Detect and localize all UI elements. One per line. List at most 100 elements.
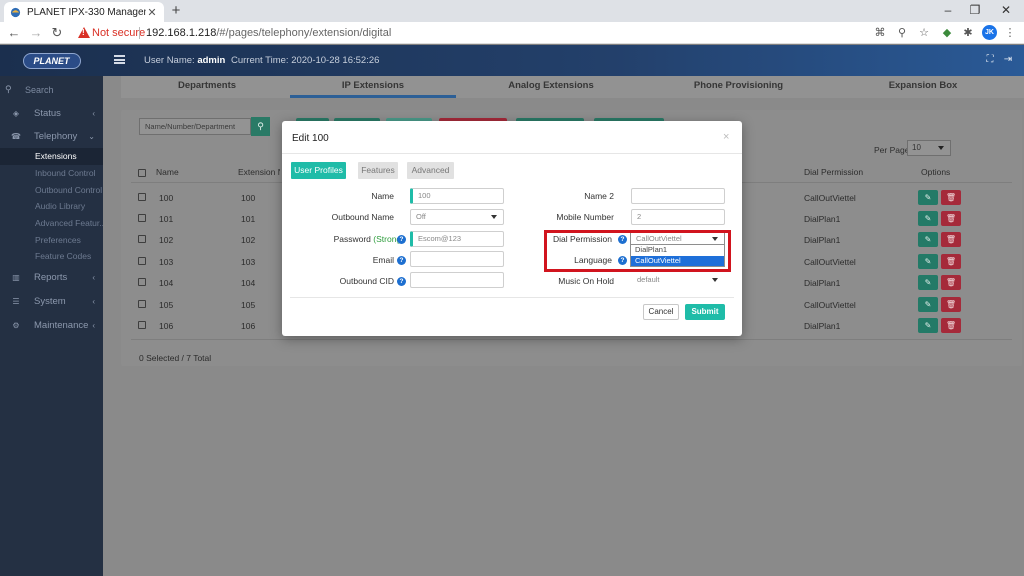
tab-advanced[interactable]: Advanced <box>407 162 454 179</box>
cell-extension: 100 <box>241 193 256 203</box>
tab-features[interactable]: Features <box>358 162 398 179</box>
name-field[interactable]: 100 <box>410 188 504 204</box>
outbound-cid-field[interactable] <box>410 272 504 288</box>
not-secure-label[interactable]: Not secure <box>92 27 145 39</box>
column-header-dial-permission[interactable]: Dial Permission <box>804 167 863 177</box>
tab-close-icon[interactable]: ✕ <box>146 6 158 19</box>
column-header-extension[interactable]: Extension Nu <box>238 167 280 177</box>
selection-summary: 0 Selected / 7 Total <box>139 353 212 363</box>
delete-button[interactable]: 🗑 <box>941 232 961 247</box>
help-icon[interactable]: ? <box>397 235 406 244</box>
edit-button[interactable]: ✎ <box>918 254 938 269</box>
row-checkbox[interactable] <box>138 235 146 243</box>
cancel-button[interactable]: Cancel <box>643 304 679 320</box>
sidebar-item-system[interactable]: ☰ System ‹ <box>0 290 103 312</box>
per-page-value: 10 <box>912 143 921 152</box>
new-tab-button[interactable]: + <box>168 3 184 19</box>
logout-icon[interactable]: ⇥ <box>1001 53 1015 67</box>
sidebar-sub-feature-codes[interactable]: Feature Codes <box>0 248 103 265</box>
help-icon[interactable]: ? <box>397 277 406 286</box>
edit-button[interactable]: ✎ <box>918 190 938 205</box>
password-field[interactable]: Escom@123 <box>410 231 504 247</box>
tab-analog-extensions[interactable]: Analog Extensions <box>466 76 636 98</box>
column-header-name[interactable]: Name <box>156 167 179 177</box>
pencil-icon: ✎ <box>924 235 932 244</box>
filter-input[interactable]: Name/Number/Department <box>139 118 251 135</box>
gear-icon: ⚙ <box>12 320 20 330</box>
delete-button[interactable]: 🗑 <box>941 211 961 226</box>
sidebar-sub-inbound-control[interactable]: Inbound Control <box>0 165 103 182</box>
translate-icon[interactable]: ⌘ <box>873 26 887 40</box>
sidebar-sub-advanced-features[interactable]: Advanced Featur... <box>0 215 103 232</box>
sidebar-search-input[interactable]: Search <box>25 85 54 95</box>
tab-ip-extensions[interactable]: IP Extensions <box>290 76 456 98</box>
tab-user-profiles[interactable]: User Profiles <box>291 162 346 179</box>
browser-tab[interactable]: PLANET IPX-330 Management ✕ <box>4 2 164 22</box>
header-time-value: 2020-10-28 16:52:26 <box>291 55 380 66</box>
edit-button[interactable]: ✎ <box>918 297 938 312</box>
tab-phone-provisioning[interactable]: Phone Provisioning <box>651 76 826 98</box>
per-page-select[interactable]: 10 <box>907 140 951 156</box>
warning-icon[interactable] <box>78 27 90 38</box>
zoom-icon[interactable]: ⚲ <box>895 26 909 40</box>
outbound-name-select[interactable]: Off <box>410 209 504 225</box>
fullscreen-icon[interactable]: ⛶ <box>983 53 997 67</box>
email-field[interactable] <box>410 251 504 267</box>
delete-button[interactable]: 🗑 <box>941 297 961 312</box>
sidebar-sub-preferences[interactable]: Preferences <box>0 232 103 249</box>
sidebar-item-label: Reports <box>34 271 68 283</box>
edit-extension-modal: Edit 100 × User Profiles Features Advanc… <box>282 121 742 336</box>
row-checkbox[interactable] <box>138 321 146 329</box>
sidebar-item-reports[interactable]: ▥ Reports ‹ <box>0 266 103 288</box>
sidebar-item-telephony[interactable]: ☎ Telephony ⌄ <box>0 125 103 147</box>
sidebar-item-maintenance[interactable]: ⚙ Maintenance ‹ <box>0 314 103 336</box>
delete-button[interactable]: 🗑 <box>941 275 961 290</box>
delete-button[interactable]: 🗑 <box>941 318 961 333</box>
list-icon: ☰ <box>12 296 20 306</box>
row-checkbox[interactable] <box>138 278 146 286</box>
row-checkbox[interactable] <box>138 214 146 222</box>
sidebar-search[interactable]: ⚲ Search <box>5 81 97 98</box>
mobile-number-field[interactable]: 2 <box>631 209 725 225</box>
submit-button[interactable]: Submit <box>685 304 725 320</box>
profile-avatar[interactable]: JK <box>982 25 997 40</box>
edit-button[interactable]: ✎ <box>918 318 938 333</box>
sidebar-sub-audio-library[interactable]: Audio Library <box>0 198 103 215</box>
help-icon[interactable]: ? <box>397 256 406 265</box>
header-time-label: Current Time: <box>231 55 289 66</box>
back-icon[interactable]: ← <box>6 25 22 41</box>
window-minimize-button[interactable]: – <box>935 2 961 18</box>
sidebar-sub-extensions[interactable]: Extensions <box>0 148 103 165</box>
edit-button[interactable]: ✎ <box>918 211 938 226</box>
bookmark-star-icon[interactable]: ☆ <box>917 26 931 40</box>
puzzle-icon[interactable]: ✱ <box>961 26 975 40</box>
delete-button[interactable]: 🗑 <box>941 254 961 269</box>
url-input[interactable]: 192.168.1.218/#/pages/telephony/extensio… <box>146 27 391 39</box>
tab-departments[interactable]: Departments <box>121 76 293 98</box>
edit-button[interactable]: ✎ <box>918 275 938 290</box>
row-checkbox[interactable] <box>138 193 146 201</box>
extension-icon[interactable]: ◆ <box>940 26 954 40</box>
name2-field[interactable] <box>631 188 725 204</box>
pencil-icon: ✎ <box>924 321 932 330</box>
delete-button[interactable]: 🗑 <box>941 190 961 205</box>
cell-extension: 105 <box>241 300 256 310</box>
edit-button[interactable]: ✎ <box>918 232 938 247</box>
close-icon[interactable]: × <box>723 131 729 143</box>
forward-icon[interactable]: → <box>28 25 44 41</box>
reload-icon[interactable]: ↻ <box>49 25 65 41</box>
hamburger-menu-icon[interactable] <box>114 55 125 64</box>
window-restore-button[interactable]: ❐ <box>962 2 988 18</box>
row-checkbox[interactable] <box>138 300 146 308</box>
mobile-number-label: Mobile Number <box>556 212 614 222</box>
sidebar-sub-outbound-control[interactable]: Outbound Control <box>0 182 103 199</box>
menu-dots-icon[interactable]: ⋮ <box>1003 26 1017 40</box>
filter-search-button[interactable]: ⚲ <box>251 117 270 136</box>
select-all-checkbox[interactable] <box>138 169 146 177</box>
tab-expansion-box[interactable]: Expansion Box <box>833 76 1013 98</box>
search-icon: ⚲ <box>5 84 12 94</box>
window-close-button[interactable]: ✕ <box>993 2 1019 18</box>
music-on-hold-select[interactable]: default <box>631 272 725 288</box>
sidebar-item-status[interactable]: ◈ Status ‹ <box>0 102 103 124</box>
row-checkbox[interactable] <box>138 257 146 265</box>
